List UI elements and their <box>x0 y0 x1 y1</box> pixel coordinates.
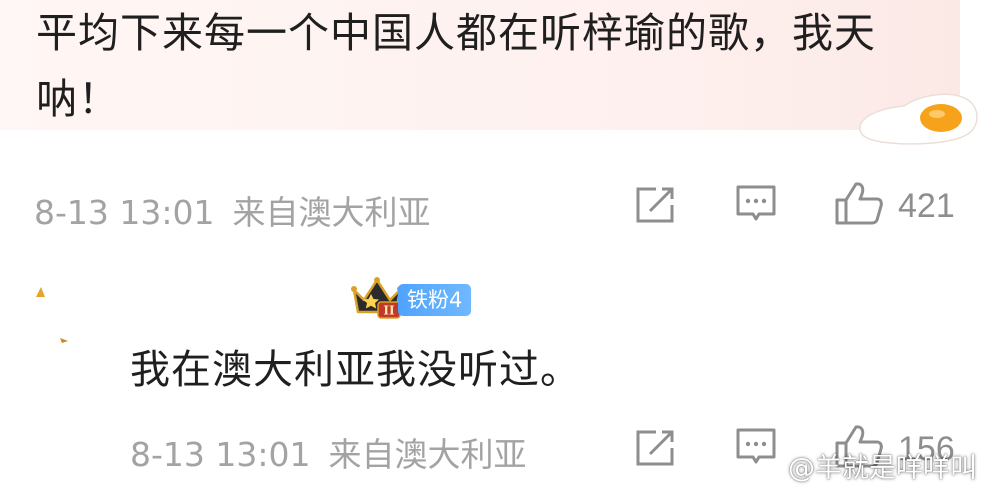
share-icon[interactable] <box>634 428 676 468</box>
comment-text: 平均下来每一个中国人都在听梓瑜的歌，我天呐！ <box>36 9 876 123</box>
comment-meta: 8-13 13:01 来自澳大利亚 <box>34 186 431 234</box>
reply-icon[interactable] <box>735 184 777 226</box>
reply-text: 我在澳大利亚我没听过。 <box>130 347 581 393</box>
like-icon[interactable] <box>834 180 884 226</box>
crown-level: II <box>383 304 395 318</box>
like-count: 421 <box>898 187 955 225</box>
reply-location: 来自澳大利亚 <box>328 435 527 474</box>
fried-egg-sticker <box>859 93 978 145</box>
crown-icon: II <box>351 277 403 319</box>
fan-badge[interactable]: 铁粉4 <box>398 284 472 316</box>
reply-time: 8-13 13:01 <box>130 435 311 474</box>
share-icon[interactable] <box>634 185 676 225</box>
watermark: @羊就是咩咩叫 <box>788 453 977 484</box>
reply-icon[interactable] <box>735 427 777 469</box>
reply-meta: 8-13 13:01 来自澳大利亚 <box>130 428 527 476</box>
avatar[interactable] <box>32 283 72 343</box>
comment-location: 来自澳大利亚 <box>232 193 431 232</box>
comment-time: 8-13 13:01 <box>34 193 215 232</box>
